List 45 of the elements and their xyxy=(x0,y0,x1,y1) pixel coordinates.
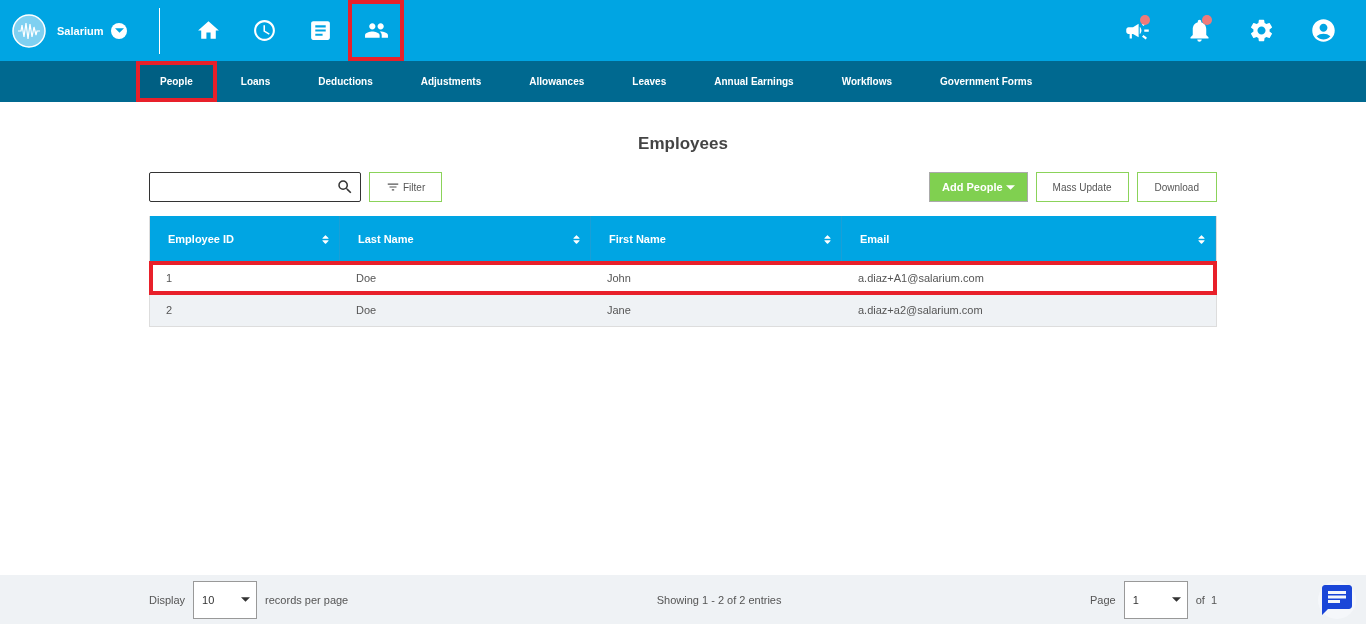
mass-update-button[interactable]: Mass Update xyxy=(1035,172,1129,202)
table-cell-text: 1 xyxy=(165,272,174,284)
sort-icon xyxy=(571,233,582,245)
per-page-label: records per page xyxy=(265,593,349,606)
nav-tab[interactable]: Workflows xyxy=(817,61,917,102)
nav-tab[interactable]: Annual Earnings xyxy=(690,61,818,102)
nav-tab[interactable]: Allowances xyxy=(505,61,609,102)
page-size-select[interactable]: 10 xyxy=(193,580,258,619)
table-cell-text: a.diaz+A1@salarium.com xyxy=(857,272,985,284)
caret-icon xyxy=(114,28,124,33)
nav-tab[interactable]: Government Forms xyxy=(916,61,1057,102)
nav-tab[interactable]: People xyxy=(136,61,217,102)
page-select[interactable]: 1 xyxy=(1123,580,1188,619)
table-cell-text: Doe xyxy=(355,304,378,316)
sort-icon xyxy=(822,233,833,245)
people-icon[interactable] xyxy=(348,0,405,61)
nav-tab[interactable]: Deductions xyxy=(294,61,397,102)
search-icon xyxy=(336,178,354,196)
page-label: Page xyxy=(1090,593,1116,606)
search-field[interactable] xyxy=(149,172,361,202)
table-cell-text: Doe xyxy=(355,272,378,284)
sort-icon xyxy=(1196,233,1207,245)
entries-summary: Showing 1 - 2 of 2 entries xyxy=(656,593,782,606)
table-cell-text: John xyxy=(606,272,632,284)
display-label: Display xyxy=(149,593,186,606)
nav-tab[interactable]: Loans xyxy=(216,61,295,102)
nav-tab[interactable]: Leaves xyxy=(608,61,691,102)
page-title: Employees xyxy=(637,134,729,154)
caret-icon xyxy=(1005,184,1015,190)
table-cell-text: a.diaz+a2@salarium.com xyxy=(857,304,984,316)
page-count: 1 xyxy=(1210,593,1217,606)
caret-icon xyxy=(1171,597,1181,602)
sort-icon xyxy=(320,233,331,245)
download-button[interactable]: Download xyxy=(1136,172,1217,202)
account-icon[interactable] xyxy=(1309,17,1337,44)
chat-icon[interactable] xyxy=(1318,581,1356,619)
table-cell-text: 2 xyxy=(165,304,174,316)
logo-icon xyxy=(12,13,46,48)
caret-icon xyxy=(241,597,251,602)
nav-tab[interactable]: Adjustments xyxy=(396,61,506,102)
filter-button[interactable]: Filter xyxy=(369,172,443,202)
brand-name: Salarium xyxy=(57,24,104,37)
of-label: of xyxy=(1195,593,1205,606)
table-cell-text: Jane xyxy=(606,304,632,316)
dropdown-button[interactable] xyxy=(111,22,128,39)
